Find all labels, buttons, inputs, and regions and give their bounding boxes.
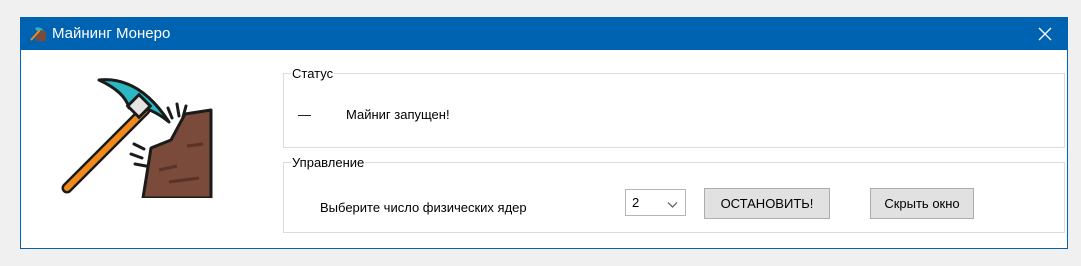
- hide-window-button[interactable]: Скрыть окно: [870, 188, 974, 219]
- status-dash: —: [298, 107, 311, 122]
- window-title: Майнинг Монеро: [52, 25, 171, 42]
- close-icon: [1038, 27, 1052, 41]
- app-window: Майнинг Монеро Статус — Майниг запущен! …: [20, 17, 1068, 249]
- status-legend: Статус: [292, 66, 334, 81]
- status-group: Статус — Майниг запущен!: [283, 66, 1065, 148]
- close-button[interactable]: [1023, 18, 1067, 50]
- title-bar[interactable]: Майнинг Монеро: [21, 18, 1067, 50]
- status-message: — Майниг запущен!: [298, 107, 450, 122]
- cores-value: 2: [632, 195, 640, 210]
- control-group: Управление Выберите число физических яде…: [283, 155, 1065, 233]
- chevron-down-icon: [667, 197, 678, 212]
- cores-select[interactable]: 2: [625, 189, 686, 216]
- control-legend: Управление: [292, 155, 365, 170]
- status-text: Майниг запущен!: [346, 107, 450, 122]
- pickaxe-mining-logo: [59, 70, 219, 200]
- pickaxe-icon: [29, 26, 47, 42]
- stop-button[interactable]: ОСТАНОВИТЬ!: [704, 188, 830, 219]
- cores-label: Выберите число физических ядер: [320, 200, 527, 215]
